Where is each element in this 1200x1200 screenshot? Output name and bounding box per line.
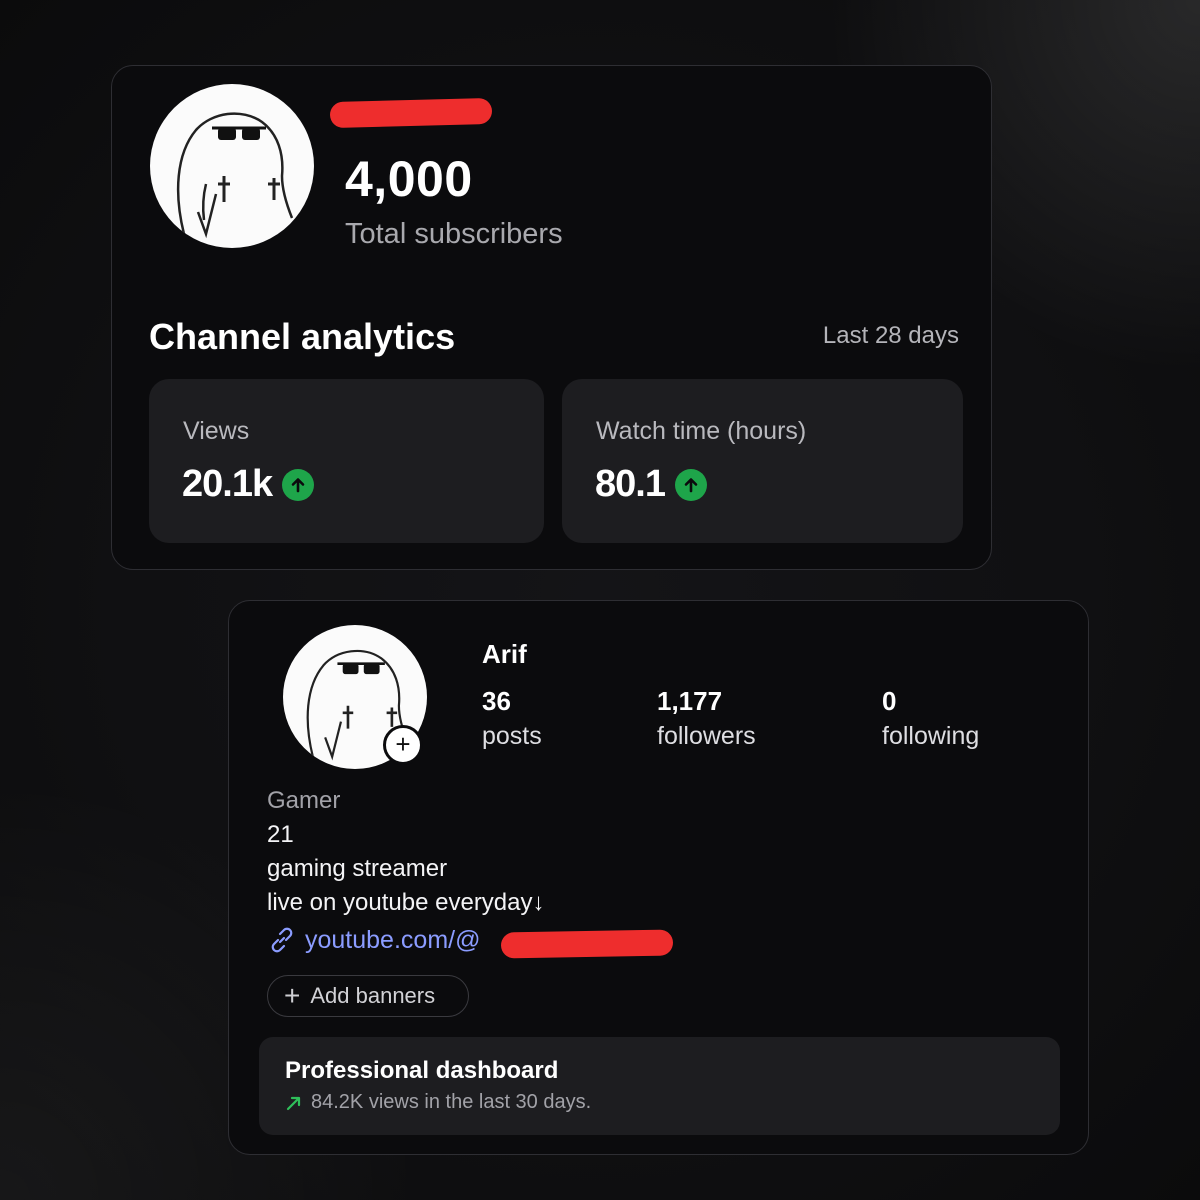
dashboard-subtitle-row: 84.2K views in the last 30 days. [285,1091,591,1114]
followers-count: 1,177 [657,686,723,716]
views-value: 20.1k [182,463,273,505]
watch-time-metric-card[interactable]: Watch time (hours) 80.1 [562,379,963,543]
redacted-link-handle [500,929,674,959]
subscriber-label: Total subscribers [345,218,563,250]
redacted-channel-name [329,97,493,129]
posts-stat[interactable]: 36 posts [482,686,542,751]
dashboard-title: Professional dashboard [285,1057,559,1084]
ghost-avatar-image [176,112,294,239]
professional-dashboard[interactable]: Professional dashboard 84.2K views in th… [259,1037,1060,1135]
views-label: Views [183,417,250,445]
following-label: following [882,721,980,750]
watch-time-label: Watch time (hours) [596,417,807,445]
channel-avatar[interactable] [150,84,314,248]
analytics-title: Channel analytics [149,316,456,357]
arrow-up-circle-icon [674,468,707,501]
subscriber-count: 4,000 [345,151,473,207]
bio-line: 21 [267,821,294,848]
watch-time-value: 80.1 [595,463,666,505]
profile-link[interactable]: youtube.com/@ [267,925,480,955]
plus-icon: + [284,980,301,1011]
add-banners-button[interactable]: + Add banners [267,975,469,1017]
trend-up-arrow-icon [286,1096,301,1110]
arrow-up-circle-icon [282,468,315,501]
following-stat[interactable]: 0 following [882,686,980,751]
analytics-range[interactable]: Last 28 days [823,322,959,350]
profile-username: Arif [482,639,527,669]
following-count: 0 [882,686,897,716]
channel-card: 4,000 Total subscribers Channel analytic… [111,65,992,570]
profile-category: Gamer [267,787,341,814]
bio-line: live on youtube everyday↓ [267,889,545,916]
views-value-row: 20.1k [182,463,315,506]
followers-stat[interactable]: 1,177 followers [657,686,756,751]
posts-label: posts [482,721,542,750]
add-story-plus-icon[interactable]: + [383,725,423,765]
views-metric-card[interactable]: Views 20.1k [149,379,544,543]
profile-link-text: youtube.com/@ [305,925,481,954]
link-icon [271,927,293,953]
add-banners-label: Add banners [310,983,436,1008]
followers-label: followers [657,721,756,750]
bio-line: gaming streamer [267,855,448,882]
profile-card: + Arif 36 posts 1,177 followers 0 follow… [228,600,1089,1155]
posts-count: 36 [482,686,511,716]
dashboard-subtitle: 84.2K views in the last 30 days. [311,1091,592,1113]
watch-time-value-row: 80.1 [595,463,707,506]
